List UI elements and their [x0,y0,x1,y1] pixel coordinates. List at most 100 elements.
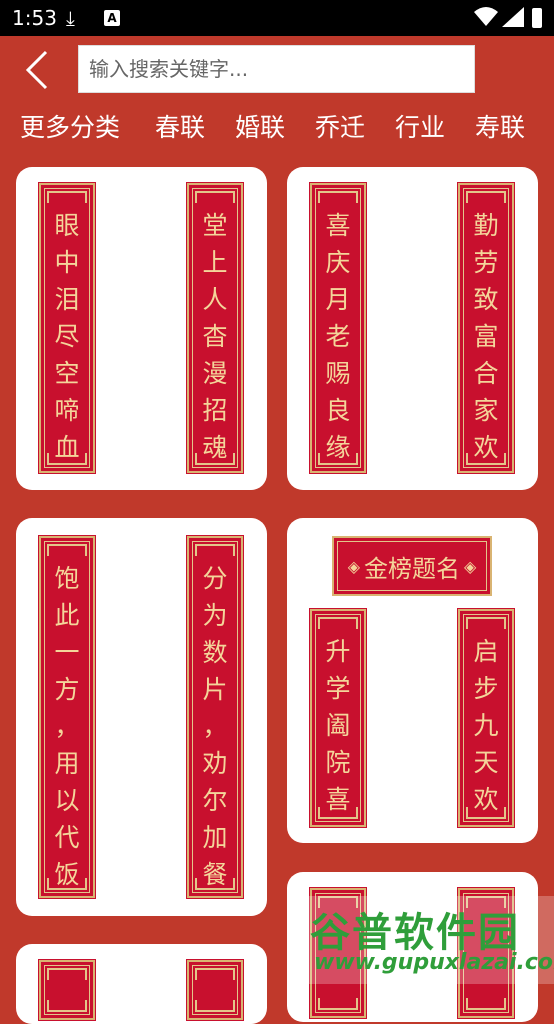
category-wedding[interactable]: 婚联 [235,108,285,148]
search-input[interactable] [78,45,475,93]
couplet-card[interactable] [16,944,267,1024]
couplet-right-scroll: 堂上人杳漫招魂 [186,182,244,474]
couplet-character: 欢 [473,785,499,814]
couplet-left-scroll [38,959,96,1021]
couplet-character: 喜 [325,211,351,240]
couplet-character: 饱 [54,564,80,593]
status-bar: 1:53 ⤓ A [0,0,554,36]
couplet-character: 劳 [473,248,499,277]
couplet-character: 上 [202,248,228,277]
couplet-right-scroll: 启步九天欢 [457,608,515,828]
watermark-logo: 谷普软件园 www.gupuxlazai.com [300,896,554,984]
couplet-character: 空 [54,359,80,388]
couplet-character: 为 [202,601,228,630]
couplet-character: 泪 [54,285,80,314]
couplet-character: 赐 [325,359,351,388]
couplet-character: 良 [325,396,351,425]
couplet-character: 餐 [202,860,228,889]
couplet-character: 院 [325,748,351,777]
category-birthday[interactable]: 寿联 [475,108,525,148]
category-housewarming[interactable]: 乔迁 [315,108,365,148]
couplet-character: 致 [473,285,499,314]
couplet-left-scroll: 眼中泪尽空啼血 [38,182,96,474]
couplet-character: 缘 [325,433,351,462]
couplet-character: 学 [325,674,351,703]
couplet-character: 庆 [325,248,351,277]
couplet-character: 代 [54,823,80,852]
couplet-character: 中 [54,248,80,277]
back-chevron-icon[interactable] [20,48,60,92]
watermark-url: www.gupuxlazai.com [314,950,554,975]
couplet-character: 此 [54,601,80,630]
couplet-character: 数 [202,638,228,667]
couplet-card[interactable]: 喜庆月老赐良缘 勤劳致富合家欢 [287,167,538,490]
couplet-character: 一 [54,638,80,667]
couplet-right-scroll: 勤劳致富合家欢 [457,182,515,474]
couplet-card[interactable]: ◈ 金榜题名 ◈ 升学阖院喜 启步九天欢 [287,518,538,843]
couplet-left-text: 饱此一方 ， 用以代饭 [52,560,82,893]
couplet-character: 尽 [54,322,80,351]
wifi-icon [474,7,498,26]
couplet-character: 加 [202,823,228,852]
couplet-left-scroll: 饱此一方 ， 用以代饭 [38,535,96,899]
couplet-character: ， [54,712,80,741]
couplet-character: 以 [54,786,80,815]
couplet-character: 喜 [325,785,351,814]
couplet-character: 饭 [54,860,80,889]
couplet-right-text: 勤劳致富合家欢 [471,207,501,466]
signal-icon [502,7,524,27]
battery-icon [532,8,542,28]
couplet-right-scroll [186,959,244,1021]
couplet-character: 用 [54,749,80,778]
banner-ornament-icon: ◈ [347,556,360,576]
horizontal-banner: ◈ 金榜题名 ◈ [332,536,492,596]
couplet-character: 启 [473,637,499,666]
couplet-character: 血 [54,433,80,462]
couplet-right-scroll: 分为数片 ， 劝尔加餐 [186,535,244,899]
couplet-character: 尔 [202,786,228,815]
couplet-right-text: 分为数片 ， 劝尔加餐 [200,560,230,893]
couplet-left-scroll: 升学阖院喜 [309,608,367,828]
couplet-character: 方 [54,675,80,704]
couplet-character: 劝 [202,749,228,778]
couplet-right-text: 启步九天欢 [471,633,501,818]
couplet-character: 漫 [202,359,228,388]
category-more[interactable]: 更多分类 [20,108,120,148]
notification-a-icon: A [104,10,120,26]
couplet-character: 杳 [202,322,228,351]
couplet-left-scroll: 喜庆月老赐良缘 [309,182,367,474]
category-tabs: 更多分类 春联 婚联 乔迁 行业 寿联 [0,108,554,148]
category-industry[interactable]: 行业 [395,108,445,148]
couplet-character: 月 [325,285,351,314]
couplet-character: 片 [202,675,228,704]
couplet-left-text: 升学阖院喜 [323,633,353,818]
couplet-card[interactable]: 饱此一方 ， 用以代饭 分为数片 ， 劝尔加餐 [16,518,267,916]
category-spring[interactable]: 春联 [155,108,205,148]
couplet-character: 勤 [473,211,499,240]
couplet-character: 九 [473,711,499,740]
couplet-character: 富 [473,322,499,351]
couplet-card[interactable]: 眼中泪尽空啼血 堂上人杳漫招魂 [16,167,267,490]
couplet-left-text: 喜庆月老赐良缘 [323,207,353,466]
couplet-character: 啼 [54,396,80,425]
download-icon: ⤓ [66,6,75,30]
couplet-character: 合 [473,359,499,388]
couplet-character: 人 [202,285,228,314]
couplet-character: 招 [202,396,228,425]
couplet-character: 升 [325,637,351,666]
couplet-character: 阖 [325,711,351,740]
couplet-left-text: 眼中泪尽空啼血 [52,207,82,466]
couplet-character: ， [202,712,228,741]
couplet-character: 眼 [54,211,80,240]
couplet-character: 老 [325,322,351,351]
couplet-character: 家 [473,396,499,425]
status-time: 1:53 [12,6,57,30]
couplet-character: 步 [473,674,499,703]
couplet-character: 魂 [202,433,228,462]
banner-text: 金榜题名 [364,554,460,583]
banner-ornament-icon: ◈ [464,556,477,576]
couplet-character: 分 [202,564,228,593]
couplet-character: 天 [473,748,499,777]
couplet-character: 欢 [473,433,499,462]
couplet-character: 堂 [202,211,228,240]
